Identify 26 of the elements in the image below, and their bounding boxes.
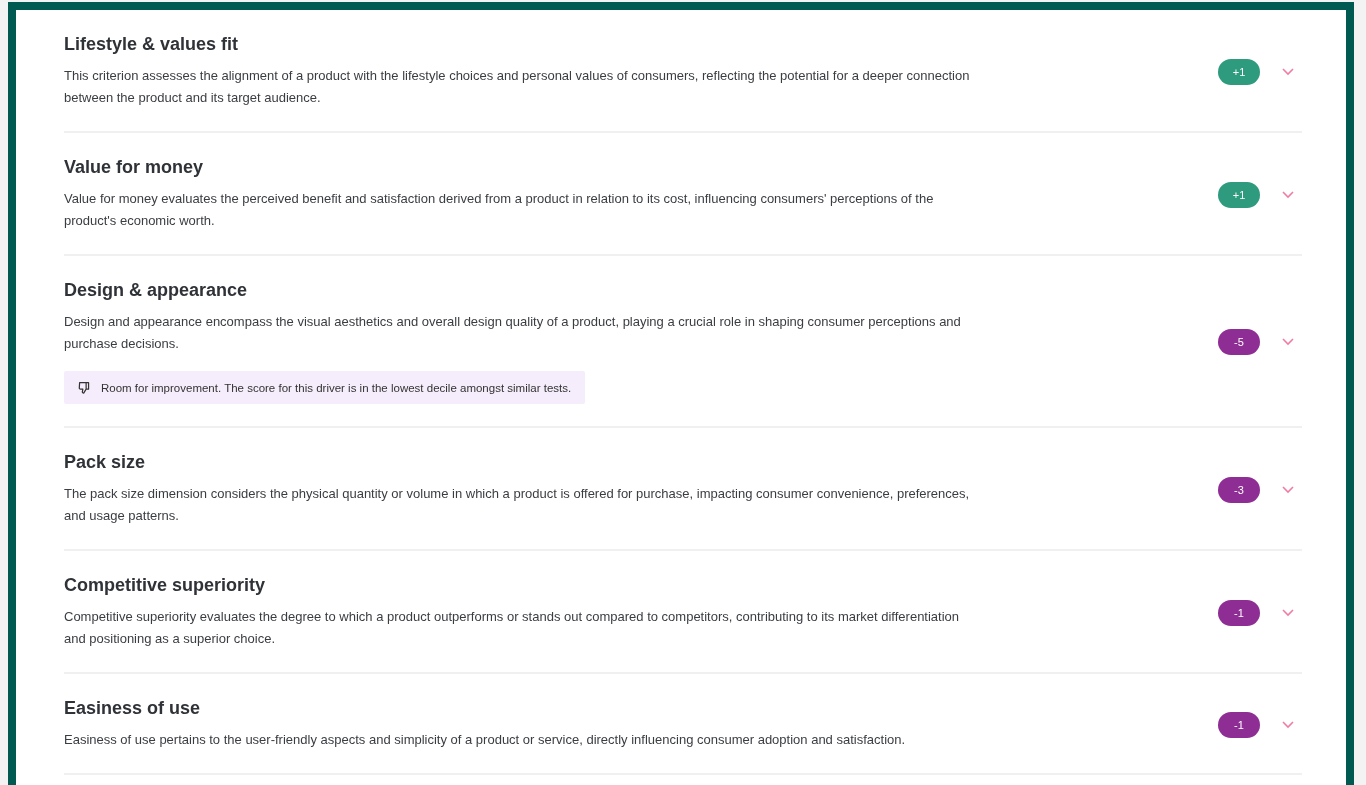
driver-description: The pack size dimension considers the physical quantity or volume in which a product is offered for purchase, impacting consumer convenience, preferences, and usage patterns. [64, 485, 971, 525]
chevron-down-icon[interactable] [1282, 485, 1294, 494]
driver-description: This criterion assesses the alignment of a product with the lifestyle choices and personal values of consumers, reflecting the potential for a deeper connection between the product and its target audience. [64, 67, 971, 107]
driver-title: Pack size [64, 452, 147, 473]
score-badge: -1 [1218, 599, 1260, 626]
chevron-down-icon[interactable] [1282, 720, 1294, 729]
driver-description: Competitive superiority evaluates the degree to which a product outperforms or stands out compared to competitors, contributing to its market differentiation and positioning as a superior choice. [64, 608, 961, 648]
chevron-down-icon[interactable] [1282, 608, 1294, 617]
chevron-down-icon[interactable] [1282, 67, 1294, 76]
chevron-down-icon[interactable] [1282, 190, 1294, 199]
score-badge: +1 [1218, 58, 1260, 85]
driver-title: Easiness of use [64, 698, 202, 719]
score-badge: -5 [1218, 329, 1260, 355]
driver-title: Design & appearance [64, 280, 249, 301]
score-badge: +1 [1218, 181, 1260, 208]
driver-title: Competitive superiority [64, 575, 267, 596]
thumbs-down-icon [78, 381, 91, 394]
driver-title: Lifestyle & values fit [64, 34, 240, 55]
driver-description: Easiness of use pertains to the user-friendly aspects and simplicity of a product or service, directly influencing consumer adoption and satisfaction. [64, 731, 907, 749]
driver-description: Value for money evaluates the perceived benefit and satisfaction derived from a product in relation to its cost, influencing consumers' perceptions of the product's economic worth. [64, 190, 935, 230]
score-badge: -1 [1218, 711, 1260, 738]
chevron-down-icon[interactable] [1282, 338, 1294, 346]
driver-description: Design and appearance encompass the visual aesthetics and overall design quality of a product, playing a crucial role in shaping consumer perceptions and purchase decisions. [64, 313, 962, 353]
score-badge: -3 [1218, 476, 1260, 503]
driver-title: Value for money [64, 157, 205, 178]
note-text: Room for improvement. The score for this driver is in the lowest decile amongst similar tests. [101, 381, 572, 394]
